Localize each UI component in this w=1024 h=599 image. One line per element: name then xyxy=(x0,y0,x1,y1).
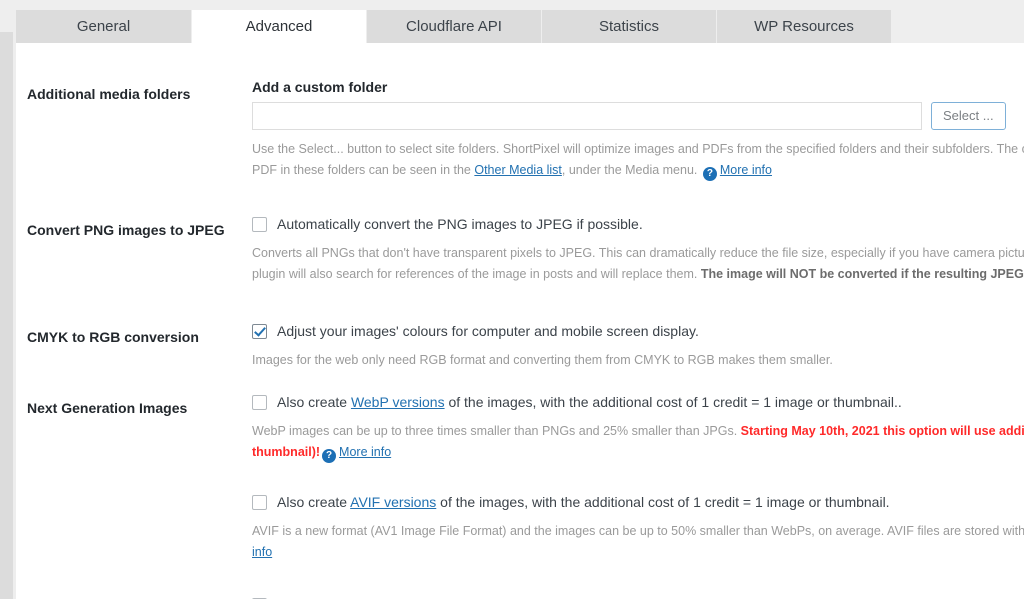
convert-png-note-text: plugin will also search for references o… xyxy=(252,267,701,281)
webp-note-warning: Starting May 10th, 2021 this option will… xyxy=(740,424,1024,438)
cmyk-to-rgb-body: Adjust your images' colours for computer… xyxy=(252,322,1024,371)
settings-tab-bar: General Advanced Cloudflare API Statisti… xyxy=(16,10,892,44)
avif-label-a: Also create xyxy=(277,494,351,510)
convert-png-body: Automatically convert the PNG images to … xyxy=(252,215,1024,285)
avif-info-link[interactable]: info xyxy=(252,545,272,559)
avif-label-b: of the images, with the additional cost … xyxy=(436,494,890,510)
tab-wp-resources[interactable]: WP Resources xyxy=(717,10,891,43)
avif-checkbox-row[interactable]: Also create AVIF versions of the images,… xyxy=(252,493,1024,512)
webp-versions-link[interactable]: WebP versions xyxy=(351,394,445,410)
cmyk-checkbox[interactable] xyxy=(252,324,267,339)
label-additional-media-folders: Additional media folders xyxy=(27,86,191,102)
tab-wp-resources-label: WP Resources xyxy=(754,18,854,35)
avif-checkbox-label[interactable]: Also create AVIF versions of the images,… xyxy=(277,493,890,512)
convert-png-note-line1: Converts all PNGs that don't have transp… xyxy=(252,246,1024,260)
custom-folder-input[interactable] xyxy=(252,102,922,130)
tab-general[interactable]: General xyxy=(16,10,191,43)
webp-note-line1: WebP images can be up to three times sma… xyxy=(252,421,1024,442)
convert-png-note-line2: plugin will also search for references o… xyxy=(252,264,1024,285)
note-text-b: , under the Media menu. xyxy=(561,163,701,177)
avif-checkbox[interactable] xyxy=(252,495,267,510)
additional-media-folders-body: Add a custom folder Select ... Use the S… xyxy=(252,79,1024,181)
webp-note-warning-cont: thumbnail)! xyxy=(252,445,321,459)
convert-png-checkbox[interactable] xyxy=(252,217,267,232)
cmyk-checkbox-label[interactable]: Adjust your images' colours for computer… xyxy=(277,322,699,341)
additional-folders-note-line2: PDF in these folders can be seen in the … xyxy=(252,160,1024,181)
label-next-generation-images: Next Generation Images xyxy=(27,400,188,416)
webp-checkbox-label[interactable]: Also create WebP versions of the images,… xyxy=(277,393,902,412)
more-info-link-folders[interactable]: More info xyxy=(720,163,772,177)
advanced-settings-panel: Additional media folders Add a custom fo… xyxy=(16,43,1024,599)
label-cmyk-to-rgb: CMYK to RGB conversion xyxy=(27,329,199,345)
tab-statistics[interactable]: Statistics xyxy=(542,10,716,43)
webp-checkbox[interactable] xyxy=(252,395,267,410)
select-folder-button[interactable]: Select ... xyxy=(931,102,1006,130)
label-convert-png-to-jpeg: Convert PNG images to JPEG xyxy=(27,222,225,238)
tab-statistics-label: Statistics xyxy=(598,18,659,35)
avif-note-line1: AVIF is a new format (AV1 Image File For… xyxy=(252,524,1024,538)
additional-folders-note-line1: Use the Select... button to select site … xyxy=(252,142,1024,156)
add-custom-folder-title: Add a custom folder xyxy=(252,79,388,95)
tab-cloudflare-api[interactable]: Cloudflare API xyxy=(367,10,541,43)
avif-versions-link[interactable]: AVIF versions xyxy=(350,494,436,510)
more-info-link-webp[interactable]: More info xyxy=(339,445,391,459)
tab-cloudflare-api-label: Cloudflare API xyxy=(406,18,502,35)
settings-page: General Advanced Cloudflare API Statisti… xyxy=(0,0,1024,599)
note-text-a: PDF in these folders can be seen in the xyxy=(252,163,475,177)
webp-note-line2: thumbnail)!? More info xyxy=(252,442,1024,463)
avif-note-line2: info xyxy=(252,542,1024,563)
next-generation-images-body: Also create WebP versions of the images,… xyxy=(252,393,1024,599)
convert-png-checkbox-row[interactable]: Automatically convert the PNG images to … xyxy=(252,215,1024,234)
custom-folder-input-group: Select ... xyxy=(252,102,1024,130)
cmyk-checkbox-row[interactable]: Adjust your images' colours for computer… xyxy=(252,322,1024,341)
webp-label-a: Also create xyxy=(277,394,351,410)
tab-advanced-label: Advanced xyxy=(245,18,313,35)
convert-png-note-bold: The image will NOT be converted if the r… xyxy=(700,267,1024,281)
webp-label-b: of the images, with the additional cost … xyxy=(444,394,902,410)
other-media-list-link[interactable]: Other Media list xyxy=(474,163,562,177)
convert-png-checkbox-label[interactable]: Automatically convert the PNG images to … xyxy=(277,215,643,234)
left-gutter-accent xyxy=(0,32,13,599)
cmyk-note: Images for the web only need RGB format … xyxy=(252,353,833,367)
webp-note-text: WebP images can be up to three times sma… xyxy=(252,424,741,438)
tab-advanced[interactable]: Advanced xyxy=(192,10,366,44)
question-mark-icon[interactable]: ? xyxy=(322,449,337,463)
tab-general-label: General xyxy=(76,18,131,35)
webp-checkbox-row[interactable]: Also create WebP versions of the images,… xyxy=(252,393,1024,412)
question-mark-icon[interactable]: ? xyxy=(702,167,717,181)
